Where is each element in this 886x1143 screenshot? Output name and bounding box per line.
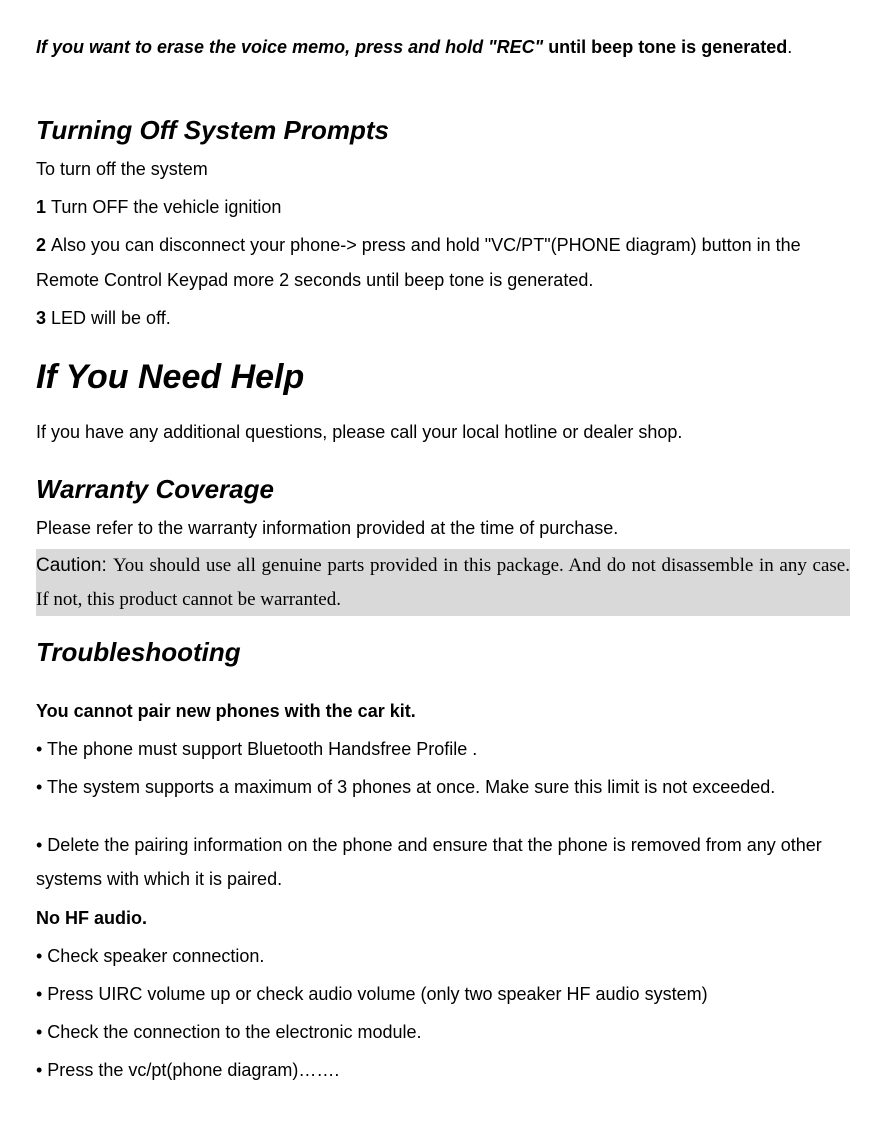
erase-memo-note: If you want to erase the voice memo, pre… bbox=[36, 30, 850, 64]
issue-hf-title: No HF audio. bbox=[36, 901, 850, 935]
step-3-num: 3 bbox=[36, 308, 51, 328]
step-1-text: Turn OFF the vehicle ignition bbox=[51, 197, 281, 217]
erase-period: . bbox=[787, 37, 792, 57]
issue-hf-bullet-3: • Check the connection to the electronic… bbox=[36, 1015, 850, 1049]
issue-hf-bullet-4: • Press the vc/pt(phone diagram)……. bbox=[36, 1053, 850, 1087]
issue-pairing-title: You cannot pair new phones with the car … bbox=[36, 694, 850, 728]
caution-block: Caution: You should use all genuine part… bbox=[36, 549, 850, 616]
erase-bold-tail: until beep tone is generated bbox=[548, 37, 787, 57]
turning-off-intro: To turn off the system bbox=[36, 152, 850, 186]
step-1: 1 Turn OFF the vehicle ignition bbox=[36, 190, 850, 224]
issue-hf-bullet-1: • Check speaker connection. bbox=[36, 939, 850, 973]
heading-troubleshooting: Troubleshooting bbox=[36, 636, 850, 670]
warranty-text: Please refer to the warranty information… bbox=[36, 511, 850, 545]
step-3: 3 LED will be off. bbox=[36, 301, 850, 335]
step-2-text: Also you can disconnect your phone-> pre… bbox=[36, 235, 801, 289]
heading-turning-off: Turning Off System Prompts bbox=[36, 114, 850, 148]
step-2: 2 Also you can disconnect your phone-> p… bbox=[36, 228, 850, 296]
issue-hf-bullet-2: • Press UIRC volume up or check audio vo… bbox=[36, 977, 850, 1011]
step-3-text: LED will be off. bbox=[51, 308, 171, 328]
issue-pairing-bullet-2: • The system supports a maximum of 3 pho… bbox=[36, 770, 850, 804]
heading-help: If You Need Help bbox=[36, 355, 850, 399]
step-2-num: 2 bbox=[36, 235, 51, 255]
issue-pairing-bullet-3: • Delete the pairing information on the … bbox=[36, 828, 850, 896]
heading-warranty: Warranty Coverage bbox=[36, 473, 850, 507]
caution-label: Caution: bbox=[36, 555, 113, 576]
help-text: If you have any additional questions, pl… bbox=[36, 415, 850, 449]
caution-body: You should use all genuine parts provide… bbox=[36, 555, 850, 609]
step-1-num: 1 bbox=[36, 197, 51, 217]
issue-pairing-bullet-1: • The phone must support Bluetooth Hands… bbox=[36, 732, 850, 766]
erase-italic-part: If you want to erase the voice memo, pre… bbox=[36, 37, 548, 57]
